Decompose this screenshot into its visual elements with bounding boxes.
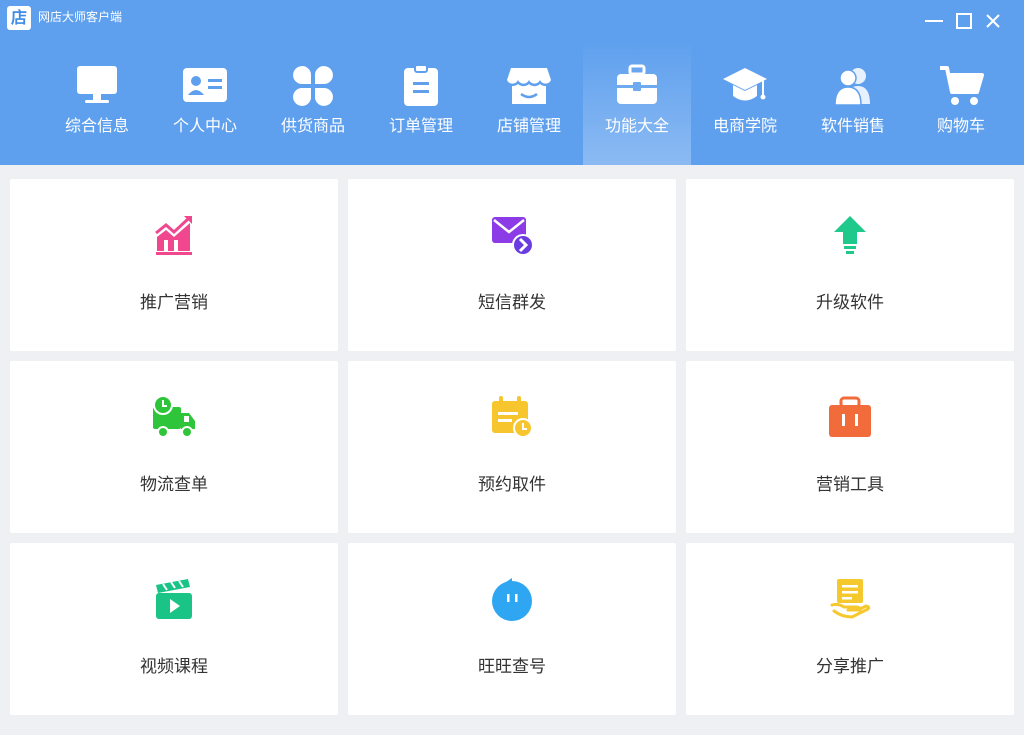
maximize-icon: [956, 13, 972, 29]
nav-item-shopping-cart[interactable]: 购物车: [907, 42, 1015, 165]
feature-card-promotion-marketing[interactable]: 推广营销: [10, 179, 338, 351]
feature-card-sms-broadcast[interactable]: 短信群发: [348, 179, 676, 351]
nav-item-personal-center[interactable]: 个人中心: [151, 42, 259, 165]
feature-label: 旺旺查号: [478, 657, 546, 677]
storefront-icon: [505, 64, 553, 108]
nav-item-order-management[interactable]: 订单管理: [367, 42, 475, 165]
minimize-icon: [925, 20, 943, 22]
arrow-up-icon: [828, 213, 872, 257]
feature-label: 升级软件: [816, 293, 884, 313]
nav-item-all-features[interactable]: 功能大全: [583, 42, 691, 165]
minimize-button[interactable]: [921, 8, 947, 34]
nav-label: 综合信息: [64, 116, 129, 135]
calendar-clock-icon: [490, 395, 534, 439]
nav-item-overview[interactable]: 综合信息: [43, 42, 151, 165]
nav-item-ecommerce-academy[interactable]: 电商学院: [691, 42, 799, 165]
app-logo: 店: [7, 6, 31, 30]
title-bar-header: 店 网店大师客户端 综合信息 个人中心 供货商品 订单管理 店铺管理 功能大全 …: [0, 0, 1024, 165]
feature-label: 营销工具: [816, 475, 884, 495]
nav-item-software-sales[interactable]: 软件销售: [799, 42, 907, 165]
video-clapper-icon: [152, 577, 196, 621]
clipboard-icon: [397, 64, 445, 108]
close-icon: [986, 14, 1000, 28]
nav-label: 店铺管理: [496, 116, 561, 135]
nav-label: 电商学院: [712, 116, 777, 135]
id-card-icon: [181, 64, 229, 108]
feature-label: 推广营销: [140, 293, 208, 313]
feature-label: 短信群发: [478, 293, 546, 313]
app-title: 网店大师客户端: [38, 10, 123, 24]
feature-label: 预约取件: [478, 475, 546, 495]
chart-growth-icon: [152, 213, 196, 257]
mail-send-icon: [490, 213, 534, 257]
feature-card-wangwang-lookup[interactable]: 旺旺查号: [348, 543, 676, 715]
feature-grid: 推广营销 短信群发 升级软件 物流查单 预约取件 营销工具 视频课程 旺旺查号 …: [10, 179, 1014, 715]
feature-card-marketing-tools[interactable]: 营销工具: [686, 361, 1014, 533]
toolbox-icon: [613, 64, 661, 108]
feature-label: 物流查单: [140, 475, 208, 495]
four-leaf-icon: [289, 64, 337, 108]
delivery-truck-icon: [152, 395, 196, 439]
nav-item-supply-goods[interactable]: 供货商品: [259, 42, 367, 165]
maximize-button[interactable]: [951, 8, 977, 34]
feature-label: 分享推广: [816, 657, 884, 677]
feature-label: 视频课程: [140, 657, 208, 677]
monitor-icon: [73, 64, 121, 108]
close-button[interactable]: [980, 8, 1006, 34]
cart-icon: [937, 64, 985, 108]
nav-label: 购物车: [936, 116, 985, 135]
feature-card-video-courses[interactable]: 视频课程: [10, 543, 338, 715]
nav-label: 功能大全: [604, 116, 669, 135]
chat-bubble-icon: [490, 577, 534, 621]
nav-label: 订单管理: [388, 116, 453, 135]
feature-card-schedule-pickup[interactable]: 预约取件: [348, 361, 676, 533]
nav-item-shop-management[interactable]: 店铺管理: [475, 42, 583, 165]
nav-label: 供货商品: [280, 116, 345, 135]
users-icon: [829, 64, 877, 108]
share-hand-icon: [828, 577, 872, 621]
nav-label: 个人中心: [172, 116, 237, 135]
main-nav: 综合信息 个人中心 供货商品 订单管理 店铺管理 功能大全 电商学院 软件销售 …: [43, 42, 1024, 165]
nav-label: 软件销售: [820, 116, 885, 135]
graduation-cap-icon: [721, 64, 769, 108]
briefcase-icon: [828, 395, 872, 439]
feature-card-upgrade-software[interactable]: 升级软件: [686, 179, 1014, 351]
feature-card-logistics-tracking[interactable]: 物流查单: [10, 361, 338, 533]
feature-card-share-promotion[interactable]: 分享推广: [686, 543, 1014, 715]
